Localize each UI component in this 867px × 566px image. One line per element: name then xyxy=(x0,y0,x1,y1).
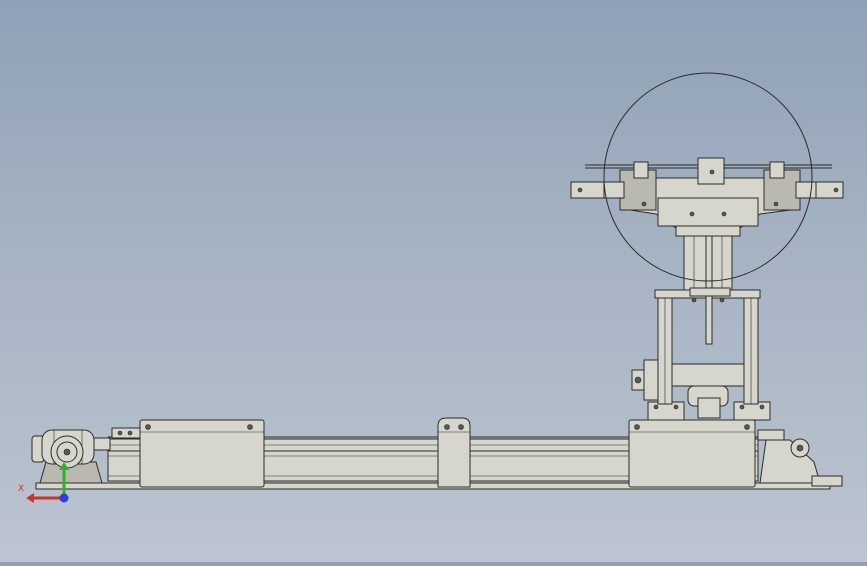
x-axis-label: X xyxy=(18,484,25,494)
lift-column xyxy=(631,289,771,421)
cad-viewport[interactable]: .m { fill:#d6d6cd; stroke:#2b2b2b; strok… xyxy=(0,0,867,562)
rotary-head xyxy=(570,157,844,237)
left-carriage xyxy=(139,419,265,488)
machine-assembly-drawing: .m { fill:#d6d6cd; stroke:#2b2b2b; strok… xyxy=(26,72,844,503)
right-end-assembly xyxy=(757,429,843,487)
middle-carriage xyxy=(437,417,471,488)
right-carriage xyxy=(628,419,756,488)
